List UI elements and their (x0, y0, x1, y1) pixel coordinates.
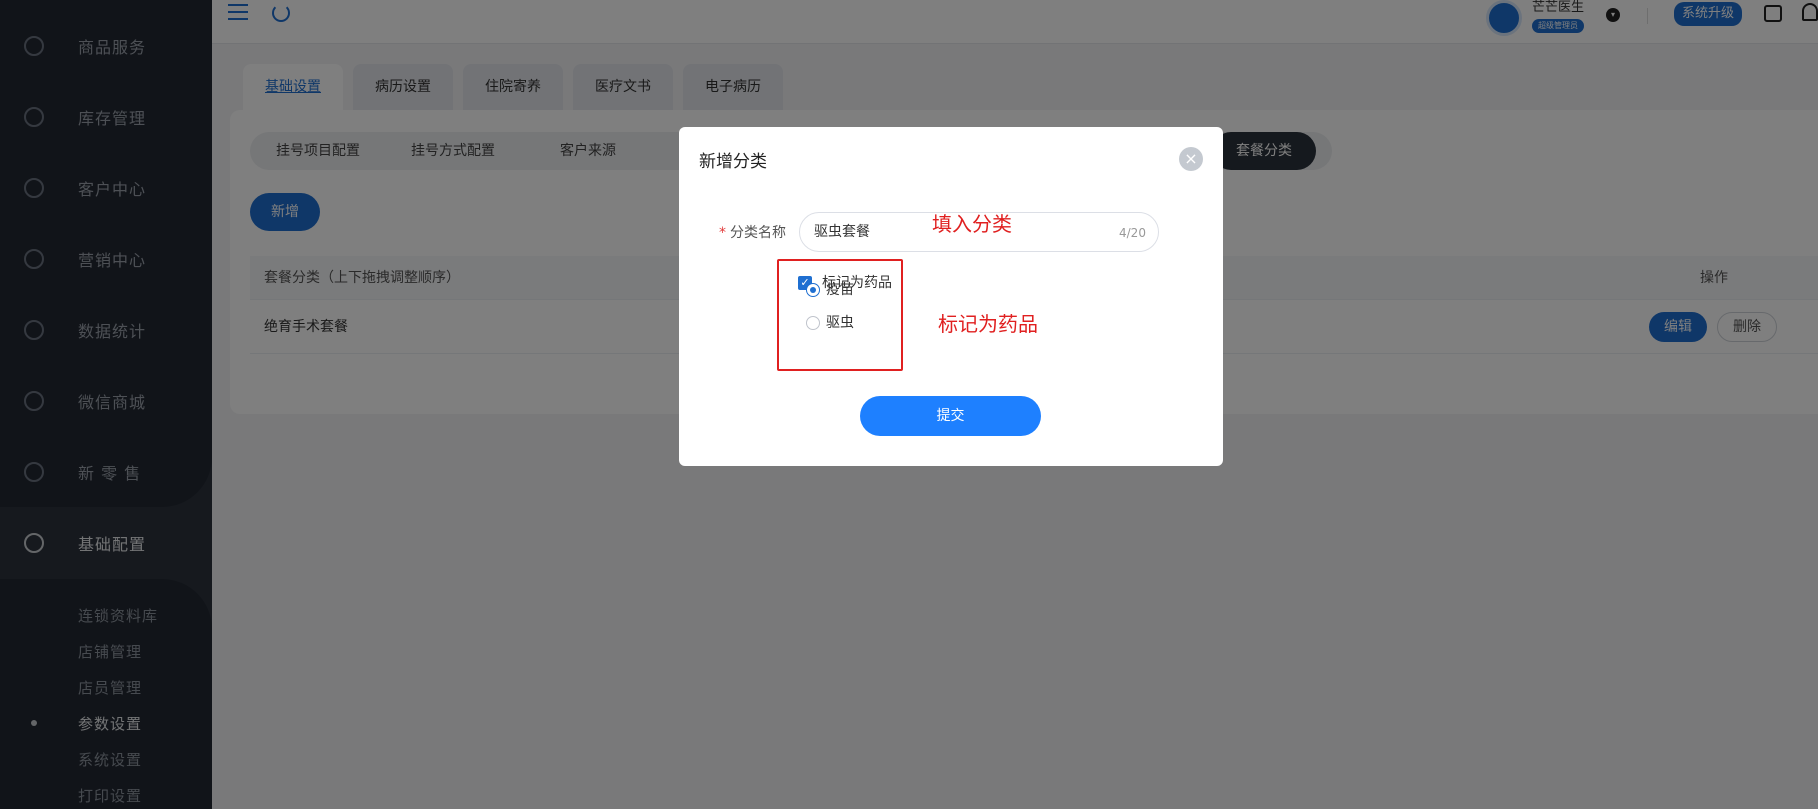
submit-button[interactable]: 提交 (860, 396, 1041, 436)
dialog-title: 新增分类 (699, 152, 767, 172)
close-icon[interactable]: × (1179, 147, 1203, 171)
required-marker: * (719, 225, 726, 241)
annotation-fill-category: 填入分类 (932, 212, 1012, 236)
add-category-dialog: 新增分类 × * 分类名称 驱虫套餐 4/20 ✓ 标记为药品 疫苗 驱虫 提交 (679, 127, 1223, 466)
category-name-label: * 分类名称 (719, 223, 786, 243)
annotation-mark-drug: 标记为药品 (938, 312, 1038, 336)
category-name-value: 驱虫套餐 (814, 224, 870, 240)
char-counter: 4/20 (1119, 226, 1146, 240)
category-name-label-text: 分类名称 (730, 225, 786, 241)
annotation-highlight-box (777, 259, 903, 371)
